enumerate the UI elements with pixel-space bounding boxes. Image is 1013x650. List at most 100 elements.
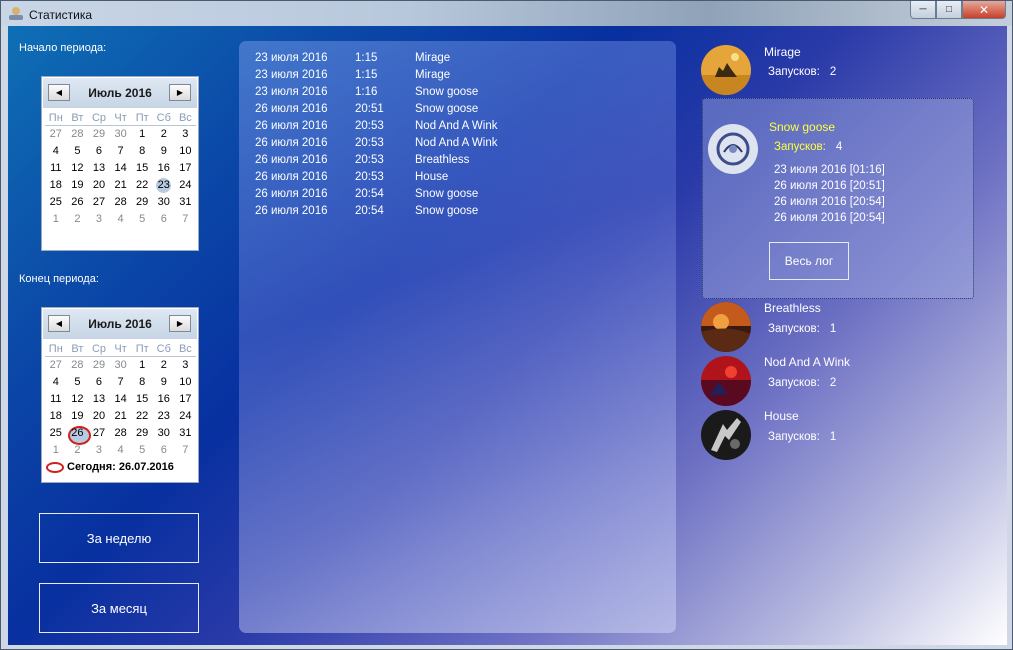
calendar-day[interactable]: 16 bbox=[153, 391, 175, 408]
calendar-day[interactable]: 17 bbox=[175, 391, 197, 408]
calendar-day[interactable]: 15 bbox=[131, 160, 153, 177]
calendar-day[interactable]: 20 bbox=[88, 177, 110, 194]
calendar-day[interactable]: 14 bbox=[110, 160, 132, 177]
calendar-day[interactable]: 30 bbox=[110, 357, 132, 374]
minimize-button[interactable]: ─ bbox=[910, 1, 936, 19]
calendar-day[interactable]: 5 bbox=[131, 211, 153, 228]
calendar-day[interactable]: 6 bbox=[88, 374, 110, 391]
calendar-day[interactable]: 30 bbox=[153, 194, 175, 211]
month-button[interactable]: За месяц bbox=[39, 583, 199, 633]
calendar-day[interactable]: 24 bbox=[175, 177, 197, 194]
calendar-day[interactable]: 10 bbox=[175, 143, 197, 160]
calendar-day[interactable]: 8 bbox=[131, 374, 153, 391]
album-item-breathless[interactable]: Breathless Запусков: 1 bbox=[701, 301, 981, 354]
calendar-day[interactable]: 12 bbox=[67, 160, 89, 177]
calendar-day[interactable]: 2 bbox=[153, 357, 175, 374]
calendar-day[interactable]: 22 bbox=[131, 408, 153, 425]
full-log-button[interactable]: Весь лог bbox=[769, 242, 849, 280]
calendar-day[interactable]: 7 bbox=[110, 374, 132, 391]
album-item-snow-goose-expanded[interactable]: Snow goose Запусков: 4 23 июля 2016 [01:1… bbox=[702, 98, 974, 299]
calendar-day[interactable]: 25 bbox=[45, 194, 67, 211]
calendar-day[interactable]: 29 bbox=[88, 357, 110, 374]
calendar-day[interactable]: 8 bbox=[131, 143, 153, 160]
calendar-day[interactable]: 5 bbox=[131, 442, 153, 459]
title-bar[interactable]: Статистика ─ □ ✕ bbox=[1, 1, 1012, 26]
calendar-day[interactable]: 1 bbox=[131, 126, 153, 143]
calendar-day[interactable]: 31 bbox=[175, 194, 197, 211]
calendar-day[interactable]: 26 bbox=[67, 425, 91, 445]
calendar-day[interactable]: 22 bbox=[131, 177, 153, 194]
calendar-day[interactable]: 27 bbox=[45, 357, 67, 374]
calendar-day[interactable]: 29 bbox=[131, 194, 153, 211]
calendar-day[interactable]: 27 bbox=[88, 194, 110, 211]
calendar-day[interactable]: 27 bbox=[45, 126, 67, 143]
next-month-button[interactable]: ▶ bbox=[169, 84, 191, 101]
calendar-day[interactable]: 6 bbox=[153, 211, 175, 228]
calendar-day[interactable]: 25 bbox=[45, 425, 67, 442]
calendar-day[interactable]: 5 bbox=[67, 143, 89, 160]
calendar-day[interactable]: 31 bbox=[175, 425, 197, 442]
calendar-day[interactable]: 27 bbox=[88, 425, 110, 442]
week-button[interactable]: За неделю bbox=[39, 513, 199, 563]
calendar-day[interactable]: 7 bbox=[110, 143, 132, 160]
end-calendar[interactable]: ◀ Июль 2016 ▶ Пн Вт Ср Чт Пт Сб Вс 27 28 29 30 1 2 3 4… bbox=[41, 307, 199, 483]
calendar-day[interactable]: 18 bbox=[45, 408, 67, 425]
calendar-day[interactable]: 17 bbox=[175, 160, 197, 177]
calendar-day[interactable]: 1 bbox=[45, 442, 67, 459]
calendar-day[interactable]: 2 bbox=[67, 442, 89, 459]
calendar-day[interactable]: 24 bbox=[175, 408, 197, 425]
album-item-house[interactable]: House Запусков: 1 bbox=[701, 409, 981, 462]
calendar-day[interactable]: 28 bbox=[110, 425, 132, 442]
calendar-day[interactable]: 12 bbox=[67, 391, 89, 408]
calendar-day[interactable]: 16 bbox=[153, 160, 175, 177]
calendar-day[interactable]: 3 bbox=[88, 442, 110, 459]
calendar-day[interactable]: 1 bbox=[45, 211, 67, 228]
calendar-day[interactable]: 1 bbox=[131, 357, 153, 374]
calendar-day[interactable]: 19 bbox=[67, 177, 89, 194]
calendar-day[interactable]: 29 bbox=[88, 126, 110, 143]
calendar-day[interactable]: 6 bbox=[153, 442, 175, 459]
calendar-day[interactable]: 3 bbox=[175, 357, 197, 374]
calendar-day[interactable]: 2 bbox=[153, 126, 175, 143]
calendar-day[interactable]: 4 bbox=[110, 442, 132, 459]
album-item-nod-and-a-wink[interactable]: Nod And A Wink Запусков: 2 bbox=[701, 355, 981, 408]
calendar-day[interactable]: 20 bbox=[88, 408, 110, 425]
calendar-day[interactable]: 18 bbox=[45, 177, 67, 194]
calendar-day[interactable]: 7 bbox=[175, 211, 197, 228]
calendar-day[interactable]: 9 bbox=[153, 143, 175, 160]
calendar-day[interactable]: 6 bbox=[88, 143, 110, 160]
maximize-button[interactable]: □ bbox=[936, 1, 962, 19]
calendar-day[interactable]: 10 bbox=[175, 374, 197, 391]
calendar-day[interactable]: 13 bbox=[88, 160, 110, 177]
calendar-day[interactable]: 26 bbox=[67, 194, 89, 211]
calendar-day[interactable]: 11 bbox=[45, 391, 67, 408]
close-button[interactable]: ✕ bbox=[962, 1, 1006, 19]
calendar-day[interactable]: 28 bbox=[67, 126, 89, 143]
calendar-day[interactable]: 28 bbox=[110, 194, 132, 211]
calendar-day[interactable]: 3 bbox=[88, 211, 110, 228]
calendar-day[interactable]: 23 bbox=[153, 408, 175, 425]
calendar-day[interactable]: 28 bbox=[67, 357, 89, 374]
calendar-day[interactable]: 4 bbox=[45, 143, 67, 160]
calendar-day[interactable]: 9 bbox=[153, 374, 175, 391]
launch-log-panel[interactable]: 23 июля 2016 1:15 Mirage 23 июля 2016 1:15 Mi… bbox=[239, 41, 676, 633]
album-item-mirage[interactable]: Mirage Запусков: 2 bbox=[701, 45, 981, 97]
calendar-day[interactable]: 15 bbox=[131, 391, 153, 408]
calendar-day[interactable]: 29 bbox=[131, 425, 153, 442]
calendar-day[interactable]: 5 bbox=[67, 374, 89, 391]
start-calendar[interactable]: ◀ Июль 2016 ▶ Пн Вт Ср Чт Пт Сб Вс 27 28 29 30 1 2 3 4… bbox=[41, 76, 199, 251]
calendar-day[interactable]: 30 bbox=[110, 126, 132, 143]
calendar-day[interactable]: 3 bbox=[175, 126, 197, 143]
calendar-day[interactable]: 14 bbox=[110, 391, 132, 408]
calendar-day[interactable]: 23 bbox=[153, 177, 175, 194]
calendar-day[interactable]: 2 bbox=[67, 211, 89, 228]
calendar-day[interactable]: 11 bbox=[45, 160, 67, 177]
calendar-day[interactable]: 7 bbox=[175, 442, 197, 459]
calendar-day[interactable]: 21 bbox=[110, 177, 132, 194]
calendar-day[interactable]: 4 bbox=[110, 211, 132, 228]
calendar-day[interactable]: 30 bbox=[153, 425, 175, 442]
calendar-day[interactable]: 21 bbox=[110, 408, 132, 425]
calendar-day[interactable]: 19 bbox=[67, 408, 89, 425]
next-month-button[interactable]: ▶ bbox=[169, 315, 191, 332]
calendar-day[interactable]: 13 bbox=[88, 391, 110, 408]
